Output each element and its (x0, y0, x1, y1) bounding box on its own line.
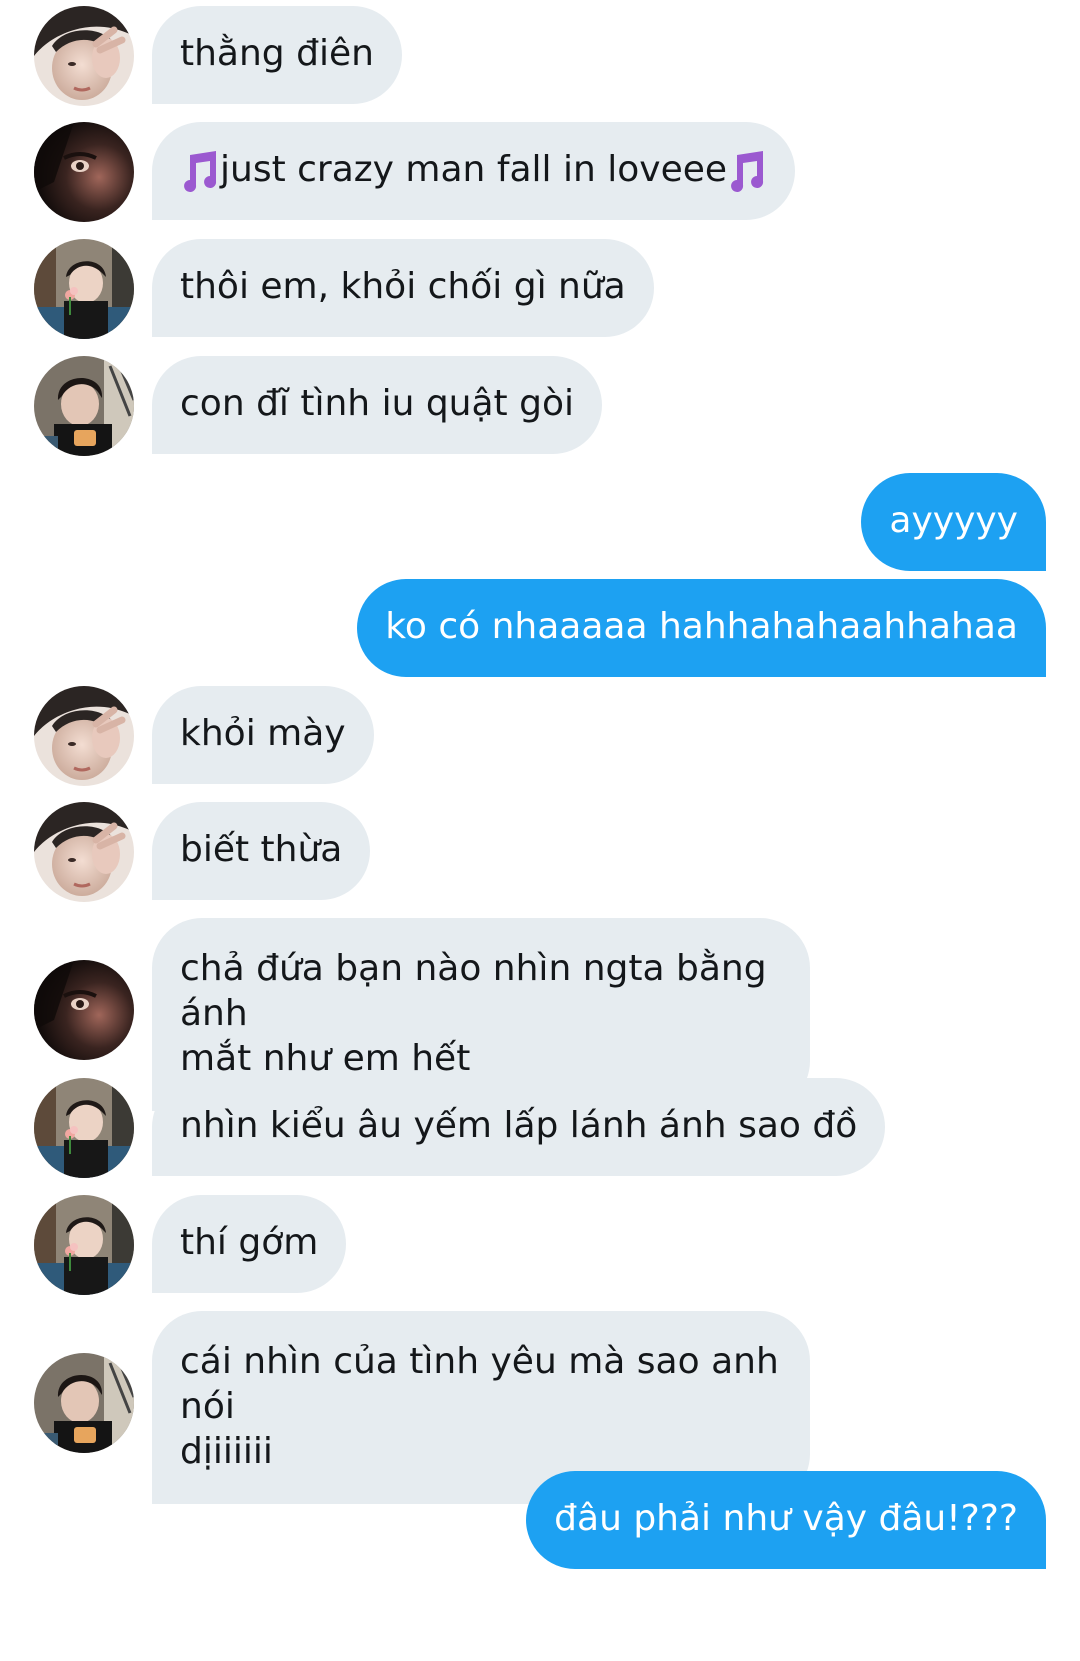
message-text: con đĩ tình iu quật gòi (180, 383, 574, 424)
message-text: biết thừa (180, 829, 343, 870)
avatar-bus-window[interactable] (34, 356, 134, 456)
message-text-line: dịiiiiii (180, 1431, 273, 1472)
avatar-image (34, 1353, 134, 1453)
message-text: thí gớm (180, 1222, 319, 1263)
message-bubble-incoming[interactable]: con đĩ tình iu quật gòi (152, 356, 602, 454)
message-text: thôi em, khỏi chối gì nữa (180, 266, 626, 307)
musical-note-icon (180, 147, 220, 193)
avatar-image (34, 356, 134, 456)
avatar-image (34, 1195, 134, 1295)
avatar-image (34, 122, 134, 222)
message-bubble-incoming[interactable]: nhìn kiểu âu yếm lấp lánh ánh sao đồ (152, 1078, 886, 1176)
message-bubble-incoming[interactable]: khỏi mày (152, 686, 374, 784)
message-text: thằng điên (180, 33, 374, 74)
message-bubble-outgoing[interactable]: đâu phải như vậy đâu!??? (526, 1471, 1046, 1569)
avatar-bus-window[interactable] (34, 1353, 134, 1453)
message-bubble-incoming[interactable]: thằng điên (152, 6, 402, 104)
message-bubble-incoming[interactable]: thôi em, khỏi chối gì nữa (152, 239, 654, 337)
avatar-peace-sign[interactable] (34, 802, 134, 902)
message-text: just crazy man fall in loveee (220, 149, 728, 190)
avatar-image (34, 802, 134, 902)
message-text: nhìn kiểu âu yếm lấp lánh ánh sao đồ (180, 1105, 858, 1146)
message-bubble-incoming[interactable]: just crazy man fall in loveee (152, 122, 796, 220)
message-text: khỏi mày (180, 713, 346, 754)
message-text-line: chả đứa bạn nào nhìn ngta bằng ánh (180, 948, 767, 1034)
message-bubble-outgoing[interactable]: ko có nhaaaaa hahhahahaahhahaa (357, 579, 1046, 677)
message-text: đâu phải như vậy đâu!??? (554, 1498, 1018, 1539)
message-text-line: mắt như em hết (180, 1038, 471, 1079)
musical-note-icon (727, 147, 767, 193)
message-text: ayyyyy (889, 500, 1018, 541)
message-bubble-incoming[interactable]: biết thừa (152, 802, 371, 900)
message-bubble-incoming[interactable]: thí gớm (152, 1195, 347, 1293)
avatar-image (34, 686, 134, 786)
message-text: ko có nhaaaaa hahhahahaahhahaa (385, 606, 1018, 647)
avatar-image (34, 239, 134, 339)
avatar-dark-closeup[interactable] (34, 960, 134, 1060)
message-text-line: cái nhìn của tình yêu mà sao anh nói (180, 1341, 779, 1427)
avatar-flower-train[interactable] (34, 1078, 134, 1178)
avatar-dark-closeup[interactable] (34, 122, 134, 222)
avatar-peace-sign[interactable] (34, 686, 134, 786)
avatar-peace-sign[interactable] (34, 6, 134, 106)
avatar-image (34, 1078, 134, 1178)
avatar-flower-train[interactable] (34, 239, 134, 339)
avatar-flower-train[interactable] (34, 1195, 134, 1295)
avatar-image (34, 6, 134, 106)
message-bubble-outgoing[interactable]: ayyyyy (861, 473, 1046, 571)
avatar-image (34, 960, 134, 1060)
